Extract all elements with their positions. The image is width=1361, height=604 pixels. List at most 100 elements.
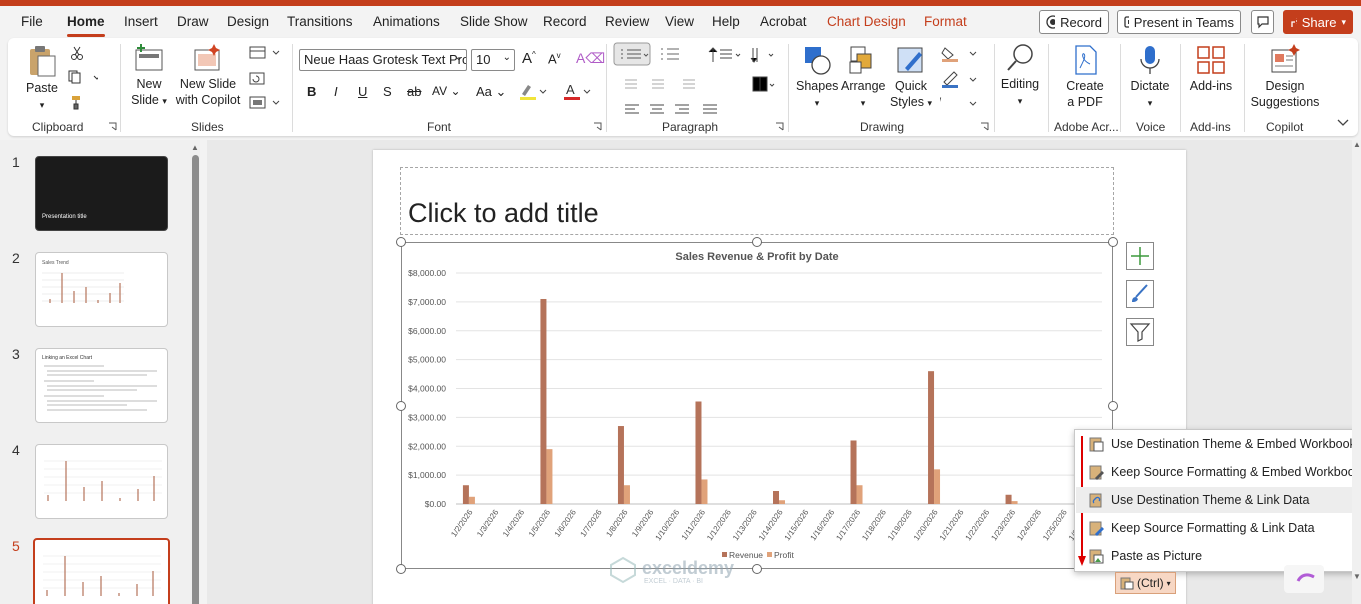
bar-profit <box>779 500 785 504</box>
paragraph-launcher-icon[interactable] <box>775 122 784 131</box>
italic-icon[interactable]: I <box>334 84 338 99</box>
slide-thumbnail-4[interactable] <box>35 444 168 519</box>
layout-icon[interactable] <box>249 46 285 60</box>
highlight-icon[interactable] <box>518 82 548 102</box>
paste-option-source-format-link[interactable]: Keep Source Formatting & Link Data <box>1076 515 1361 541</box>
resize-handle[interactable] <box>1108 237 1118 247</box>
design-suggestions-button[interactable]: Design Suggestions <box>1248 44 1322 110</box>
tab-transitions[interactable]: Transitions <box>287 14 353 29</box>
editing-button[interactable]: Editing ▾ <box>998 42 1042 109</box>
font-size-field[interactable]: 10 ⌄ <box>471 49 515 71</box>
resize-handle[interactable] <box>1108 401 1118 411</box>
section-icon[interactable] <box>249 96 285 110</box>
add-ins-button[interactable]: Add-ins <box>1186 44 1236 94</box>
arrange-button[interactable]: Arrange ▾ <box>841 44 885 111</box>
font-name-field[interactable]: Neue Haas Grotesk Text Pro ⌄ <box>299 49 467 71</box>
resize-handle[interactable] <box>752 237 762 247</box>
paragraph-controls[interactable] <box>613 42 793 117</box>
shape-fill-outline-effects[interactable] <box>940 44 982 114</box>
quick-styles-button[interactable]: Quick Styles ▾ <box>888 44 934 111</box>
chart-filters-button[interactable] <box>1126 318 1154 346</box>
tab-chart-design[interactable]: Chart Design <box>827 14 906 29</box>
font-launcher-icon[interactable] <box>593 122 602 131</box>
slide-thumbnail-3[interactable]: Linking an Excel Chart <box>35 348 168 423</box>
slide-thumbnail-2[interactable]: Sales Trend <box>35 252 168 327</box>
scroll-up-icon[interactable]: ▲ <box>1353 140 1361 149</box>
bar-profit <box>546 449 553 504</box>
reset-icon[interactable] <box>249 72 265 86</box>
tab-insert[interactable]: Insert <box>124 14 158 29</box>
tab-format[interactable]: Format <box>924 14 967 29</box>
tab-animations[interactable]: Animations <box>373 14 440 29</box>
y-tick-label: $1,000.00 <box>408 470 446 480</box>
copilot-floating-button[interactable] <box>1284 565 1324 593</box>
clear-formatting-icon[interactable]: A⌫ <box>576 50 605 67</box>
tab-acrobat[interactable]: Acrobat <box>760 14 807 29</box>
drawing-launcher-icon[interactable] <box>980 122 989 131</box>
collapse-ribbon-icon[interactable] <box>1336 118 1350 128</box>
slide-number: 3 <box>12 346 20 362</box>
bar-profit <box>623 485 630 504</box>
bar-revenue <box>850 440 857 504</box>
scroll-up-icon[interactable]: ▲ <box>191 143 199 152</box>
character-spacing-icon[interactable]: AV ⌄ <box>432 84 461 98</box>
tab-draw[interactable]: Draw <box>177 14 209 29</box>
dictate-button[interactable]: Dictate ▾ <box>1126 44 1174 111</box>
new-slide-with-copilot-button[interactable]: New Slide with Copilot <box>173 44 243 108</box>
change-case-icon[interactable]: Aa ⌄ <box>476 84 506 100</box>
tab-record[interactable]: Record <box>543 14 587 29</box>
decrease-font-icon[interactable]: Av <box>548 51 561 66</box>
y-tick-label: $8,000.00 <box>408 268 446 278</box>
tab-slide-show[interactable]: Slide Show <box>460 14 528 29</box>
tab-view[interactable]: View <box>665 14 694 29</box>
paste-options-ctrl-button[interactable]: (Ctrl) ▾ <box>1115 572 1176 594</box>
slide-number: 2 <box>12 250 20 266</box>
font-color-icon[interactable]: A <box>562 82 592 102</box>
cut-icon[interactable] <box>70 46 84 60</box>
record-button[interactable]: Record <box>1039 10 1109 34</box>
tab-file[interactable]: File <box>21 14 43 29</box>
comments-button[interactable] <box>1251 10 1274 34</box>
copy-icon[interactable] <box>68 70 98 84</box>
paste-option-dest-theme-embed[interactable]: Use Destination Theme & Embed Workbook <box>1076 431 1361 457</box>
paste-option-source-format-embed[interactable]: Keep Source Formatting & Embed Workbook <box>1076 459 1361 485</box>
resize-handle[interactable] <box>396 564 406 574</box>
resize-handle[interactable] <box>396 401 406 411</box>
paintbrush-icon <box>1132 284 1148 302</box>
clipboard-launcher-icon[interactable] <box>108 122 117 131</box>
tab-design[interactable]: Design <box>227 14 269 29</box>
format-painter-icon[interactable] <box>69 94 85 110</box>
strikethrough-icon[interactable]: ab <box>407 84 421 99</box>
slide-thumbnail-1[interactable]: Presentation title <box>35 156 168 231</box>
scroll-down-icon[interactable]: ▼ <box>1353 572 1361 581</box>
tab-home[interactable]: Home <box>67 14 105 29</box>
underline-icon[interactable]: U <box>358 84 367 99</box>
share-button[interactable]: Share ▾ <box>1283 10 1353 34</box>
increase-font-icon[interactable]: A^ <box>522 50 536 67</box>
thumbnail-scrollbar[interactable]: ▲ <box>190 143 200 604</box>
pdf-icon <box>1075 45 1097 75</box>
resize-handle[interactable] <box>752 564 762 574</box>
bold-icon[interactable]: B <box>307 84 316 99</box>
present-label: Present in Teams <box>1133 14 1234 30</box>
share-dropdown-icon: ▾ <box>1341 16 1346 27</box>
x-tick-label: 1/11/2026 <box>680 508 708 542</box>
shadow-icon[interactable]: S <box>383 84 392 99</box>
tab-review[interactable]: Review <box>605 14 649 29</box>
editing-area-scrollbar[interactable]: ▲ ▼ <box>1352 140 1361 604</box>
present-in-teams-button[interactable]: Present in Teams <box>1117 10 1241 34</box>
x-tick-label: 1/24/2026 <box>1015 508 1043 543</box>
tab-help[interactable]: Help <box>712 14 740 29</box>
resize-handle[interactable] <box>396 237 406 247</box>
x-tick-label: 1/4/2026 <box>501 508 527 539</box>
chart-elements-button[interactable] <box>1126 242 1154 270</box>
paste-button[interactable]: Paste ▾ <box>22 44 62 113</box>
shapes-button[interactable]: Shapes ▾ <box>796 44 838 111</box>
chart-plot[interactable]: Sales Revenue & Profit by Date $0.00 $1,00… <box>402 243 1112 568</box>
paste-option-dest-theme-link[interactable]: Use Destination Theme & Link Data <box>1076 487 1361 513</box>
create-pdf-button[interactable]: Create a PDF <box>1056 44 1114 110</box>
scrollbar-thumb[interactable] <box>192 155 199 604</box>
new-slide-button[interactable]: New Slide ▾ <box>130 44 168 109</box>
chart-styles-button[interactable] <box>1126 280 1154 308</box>
slide-thumbnail-5[interactable] <box>33 538 170 604</box>
